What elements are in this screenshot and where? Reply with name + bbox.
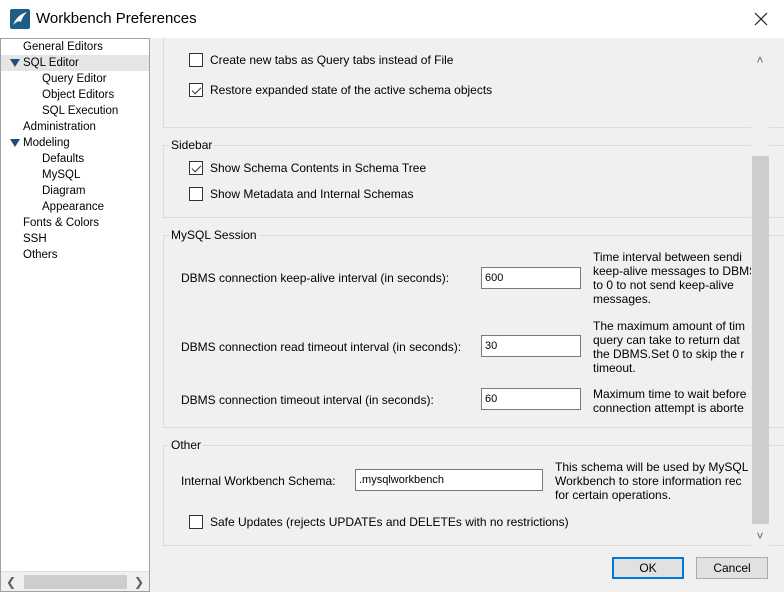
- nav-item-general-editors[interactable]: General Editors: [23, 39, 103, 55]
- restore-state-checkbox[interactable]: Restore expanded state of the active sch…: [189, 82, 492, 98]
- keepalive-label: DBMS connection keep-alive interval (in …: [181, 271, 450, 285]
- nav-item-fonts-colors[interactable]: Fonts & Colors: [23, 215, 99, 231]
- nav-item-administration[interactable]: Administration: [23, 119, 96, 135]
- internal-schema-description: This schema will be used by MySQL Workbe…: [555, 460, 749, 502]
- nav-item-modeling[interactable]: Modeling: [1, 135, 149, 151]
- close-button[interactable]: [738, 0, 784, 38]
- metadata-checkbox-box[interactable]: [189, 187, 203, 201]
- scroll-up-icon[interactable]: ˄: [751, 52, 769, 69]
- expand-arrow-icon[interactable]: [10, 55, 20, 71]
- internal-schema-input[interactable]: [355, 469, 543, 491]
- safe-updates-label: Safe Updates (rejects UPDATEs and DELETE…: [210, 515, 569, 529]
- read-timeout-description: The maximum amount of tim query can take…: [593, 319, 746, 375]
- scroll-right-icon[interactable]: ❯: [132, 574, 146, 590]
- conn-timeout-description: Maximum time to wait before connection a…: [593, 387, 747, 415]
- read-timeout-label: DBMS connection read timeout interval (i…: [181, 340, 462, 354]
- query-tabs-checkbox[interactable]: Create new tabs as Query tabs instead of…: [189, 52, 453, 68]
- workbench-dolphin-icon: [10, 9, 30, 29]
- expand-arrow-icon[interactable]: [10, 135, 20, 151]
- conn-timeout-input[interactable]: [481, 388, 581, 410]
- internal-schema-label: Internal Workbench Schema:: [181, 474, 336, 488]
- ok-button[interactable]: OK: [612, 557, 684, 579]
- sidebar-group-title: Sidebar: [169, 138, 215, 152]
- query-tabs-checkbox-box[interactable]: [189, 53, 203, 67]
- sql-editor-settings-panel: Create new tabs as Query tabs instead of…: [151, 38, 784, 554]
- nav-item-others[interactable]: Others: [23, 247, 58, 263]
- title-bar: Workbench Preferences: [0, 0, 784, 38]
- nav-item-appearance[interactable]: Appearance: [42, 199, 104, 215]
- metadata-checkbox[interactable]: Show Metadata and Internal Schemas: [189, 186, 413, 202]
- nav-item-object-editors[interactable]: Object Editors: [42, 87, 114, 103]
- mysql-session-group-title: MySQL Session: [169, 228, 259, 242]
- query-tabs-label: Create new tabs as Query tabs instead of…: [210, 53, 454, 67]
- cancel-button[interactable]: Cancel: [696, 557, 768, 579]
- window-title: Workbench Preferences: [36, 10, 197, 27]
- other-group-title: Other: [169, 438, 204, 452]
- keepalive-input[interactable]: [481, 267, 581, 289]
- read-timeout-input[interactable]: [481, 335, 581, 357]
- scroll-down-icon[interactable]: ˅: [751, 528, 769, 545]
- nav-item-ssh[interactable]: SSH: [23, 231, 47, 247]
- keepalive-description: Time interval between sendi keep-alive m…: [593, 250, 758, 306]
- safe-updates-checkbox[interactable]: Safe Updates (rejects UPDATEs and DELETE…: [189, 514, 569, 530]
- metadata-label: Show Metadata and Internal Schemas: [210, 187, 414, 201]
- nav-horizontal-scrollbar[interactable]: ❮ ❯: [1, 571, 149, 591]
- nav-item-sql-execution[interactable]: SQL Execution: [42, 103, 118, 119]
- schema-contents-checkbox-box[interactable]: [189, 161, 203, 175]
- restore-state-checkbox-box[interactable]: [189, 83, 203, 97]
- schema-contents-label: Show Schema Contents in Schema Tree: [210, 161, 427, 175]
- close-icon: [754, 12, 768, 26]
- nav-item-mysql[interactable]: MySQL: [42, 167, 80, 183]
- scroll-left-icon[interactable]: ❮: [4, 574, 18, 590]
- nav-item-diagram[interactable]: Diagram: [42, 183, 85, 199]
- nav-scroll-thumb[interactable]: [24, 575, 127, 589]
- preferences-nav-tree[interactable]: General Editors SQL Editor Query Editor …: [0, 38, 150, 592]
- conn-timeout-label: DBMS connection timeout interval (in sec…: [181, 393, 434, 407]
- nav-item-sql-editor[interactable]: SQL Editor: [1, 55, 149, 71]
- restore-state-label: Restore expanded state of the active sch…: [210, 83, 493, 97]
- safe-updates-checkbox-box[interactable]: [189, 515, 203, 529]
- sidebar-group: [163, 145, 784, 218]
- schema-contents-checkbox[interactable]: Show Schema Contents in Schema Tree: [189, 160, 426, 176]
- content-vertical-scrollbar[interactable]: ˄ ˅: [751, 38, 769, 546]
- content-scroll-thumb[interactable]: [752, 156, 769, 524]
- nav-item-defaults[interactable]: Defaults: [42, 151, 84, 167]
- nav-item-query-editor[interactable]: Query Editor: [42, 71, 107, 87]
